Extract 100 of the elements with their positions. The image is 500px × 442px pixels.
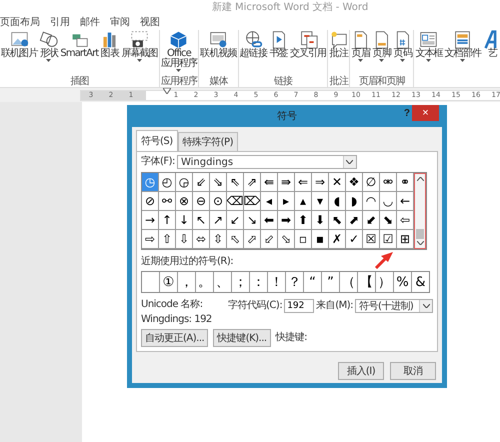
menu-tab[interactable]: 审阅 — [110, 15, 130, 29]
symbol-cell[interactable]: ◂ — [261, 192, 278, 211]
symbol-cell[interactable]: ⇒ — [312, 173, 329, 192]
symbol-cell[interactable]: ⚯ — [159, 192, 176, 211]
symbol-cell[interactable]: ◴ — [159, 173, 176, 192]
symbol-cell[interactable]: ⇚ — [261, 173, 278, 192]
symbol-cell[interactable]: ⚭ — [397, 173, 414, 192]
dialog-tab[interactable]: 符号(S) — [136, 130, 178, 151]
ribbon-button[interactable]: 批注 — [329, 30, 348, 76]
symbol-cell[interactable]: ⇧ — [159, 230, 176, 249]
symbol-cell[interactable]: ▸ — [278, 192, 295, 211]
symbol-cell[interactable]: ⬈ — [346, 211, 363, 230]
ribbon-button[interactable]: 联机图片 — [1, 30, 38, 76]
symbol-cell[interactable]: ⇖ — [227, 173, 244, 192]
symbol-cell[interactable]: ⬆ — [295, 211, 312, 230]
ribbon-button[interactable]: 联机视频 — [200, 30, 237, 76]
symbol-cell[interactable]: ∅ — [363, 173, 380, 192]
symbol-cell[interactable]: ⬋ — [363, 211, 380, 230]
symbol-cell[interactable]: ☒ — [363, 230, 380, 249]
menu-tab[interactable]: 页面布局 — [0, 15, 40, 29]
ribbon-button[interactable]: 屏幕截图 — [121, 30, 158, 76]
symbol-cell[interactable]: ⊖ — [193, 192, 210, 211]
symbol-cell[interactable]: ⇙ — [193, 173, 210, 192]
cancel-button[interactable]: 取消 — [390, 362, 436, 380]
symbol-cell[interactable]: ◠ — [363, 192, 380, 211]
symbol-cell[interactable]: ✗ — [329, 230, 346, 249]
symbol-cell[interactable]: ⇘ — [210, 173, 227, 192]
ribbon-button[interactable]: 文档部件 — [444, 30, 481, 87]
symbol-cell[interactable]: ⬅ — [261, 211, 278, 230]
help-button[interactable]: ? — [404, 108, 410, 119]
symbol-cell[interactable]: ⊙ — [210, 192, 227, 211]
symbol-cell[interactable]: ⊞ — [397, 230, 414, 249]
symbol-cell[interactable]: ▾ — [312, 192, 329, 211]
recent-symbol-cell[interactable]: 、 — [214, 272, 232, 292]
symbol-cell[interactable]: ▫ — [295, 230, 312, 249]
recent-symbol-cell[interactable]: % — [394, 272, 412, 292]
ribbon-button[interactable]: 交叉引用 — [290, 30, 326, 76]
symbol-cell[interactable]: ▴ — [295, 192, 312, 211]
symbol-cell[interactable]: → — [142, 211, 159, 230]
menu-tab[interactable]: 视图 — [140, 15, 160, 29]
symbol-cell[interactable]: ↖ — [193, 211, 210, 230]
symbol-cell[interactable]: ✓ — [346, 230, 363, 249]
symbol-cell[interactable]: ◡ — [380, 192, 397, 211]
symbol-cell[interactable]: ↑ — [159, 211, 176, 230]
symbol-cell[interactable]: ↘ — [244, 211, 261, 230]
recent-symbol-cell[interactable]: 。 — [196, 272, 214, 292]
scroll-thumb[interactable] — [416, 229, 424, 239]
symbol-cell[interactable]: ⇳ — [210, 230, 227, 249]
ribbon-button[interactable]: 页眉 — [351, 30, 370, 76]
symbol-cell[interactable]: ◗ — [346, 192, 363, 211]
symbol-cell[interactable]: ⇗ — [244, 173, 261, 192]
symbol-cell[interactable]: ⬀ — [244, 230, 261, 249]
symbol-cell[interactable]: ⬊ — [380, 211, 397, 230]
ribbon-button[interactable]: 超链接 — [240, 30, 267, 76]
symbol-cell[interactable]: ↓ — [176, 211, 193, 230]
symbol-cell[interactable]: ⬉ — [329, 211, 346, 230]
symbol-cell[interactable]: ☑ — [380, 230, 397, 249]
symbol-cell[interactable]: ⚮ — [380, 173, 397, 192]
ribbon-button[interactable]: 文本框 — [415, 30, 443, 87]
symbol-cell[interactable]: ⇩ — [176, 230, 193, 249]
ribbon-button[interactable]: 形状 — [39, 30, 58, 76]
scrollbar[interactable] — [414, 173, 426, 249]
ribbon-button[interactable]: 图表 — [100, 30, 120, 76]
symbol-cell[interactable]: ⊘ — [142, 192, 159, 211]
ribbon-button[interactable]: Office 应用程序 — [160, 30, 198, 76]
ribbon-button[interactable]: 页码 — [393, 30, 412, 76]
menu-tab[interactable]: 邮件 — [80, 15, 100, 29]
symbol-cell[interactable]: ⇐ — [295, 173, 312, 192]
symbol-cell[interactable]: ⬃ — [261, 230, 278, 249]
symbol-cell[interactable]: ⬂ — [278, 230, 295, 249]
symbol-cell[interactable]: ❖ — [346, 173, 363, 192]
symbol-cell[interactable]: ✕ — [329, 173, 346, 192]
symbol-cell[interactable]: ⬄ — [193, 230, 210, 249]
symbol-cell[interactable]: ▪ — [312, 230, 329, 249]
symbol-cell[interactable]: ➡ — [278, 211, 295, 230]
shortcut-key-button[interactable]: 快捷键(K)... — [213, 329, 271, 347]
symbol-cell[interactable]: ◖ — [329, 192, 346, 211]
close-button[interactable]: × — [412, 105, 439, 121]
autocorrect-button[interactable]: 自动更正(A)... — [141, 329, 208, 347]
symbol-cell[interactable]: ⌫ — [227, 192, 244, 211]
symbol-cell[interactable]: ← — [397, 192, 414, 211]
dialog-tab[interactable]: 特殊字符(P) — [178, 132, 238, 151]
symbol-cell[interactable]: ⬁ — [227, 230, 244, 249]
font-dropdown[interactable]: Wingdings — [176, 155, 357, 169]
symbol-cell[interactable]: ⬇ — [312, 211, 329, 230]
menu-tab[interactable]: 引用 — [50, 15, 70, 29]
symbol-cell[interactable]: ⇛ — [278, 173, 295, 192]
from-dropdown[interactable]: 符号(十进制) — [355, 299, 433, 313]
symbol-cell[interactable]: ↗ — [210, 211, 227, 230]
symbol-cell[interactable]: ⇨ — [142, 230, 159, 249]
symbol-cell[interactable]: ⇦ — [397, 211, 414, 230]
ribbon-button[interactable]: SmartArt — [60, 30, 98, 76]
insert-button[interactable]: 插入(I) — [338, 362, 384, 380]
ribbon-button[interactable]: 艺 — [483, 30, 500, 87]
char-code-field[interactable]: 192 — [284, 299, 314, 313]
symbol-cell[interactable]: ↙ — [227, 211, 244, 230]
ribbon-button[interactable]: 书签 — [268, 30, 288, 76]
ribbon-button[interactable]: 页脚 — [372, 30, 392, 76]
symbol-cell[interactable]: ⊗ — [176, 192, 193, 211]
symbol-cell[interactable]: ◶ — [176, 173, 193, 192]
